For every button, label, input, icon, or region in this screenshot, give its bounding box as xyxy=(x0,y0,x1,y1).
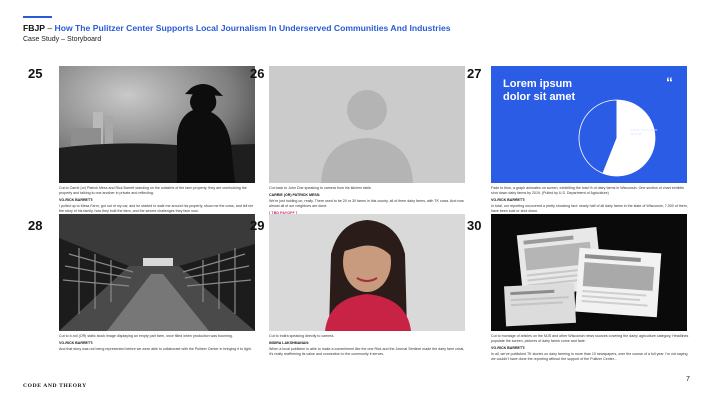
slide-stat-caption: Lorem ipsum dolor sit amet xyxy=(631,128,658,136)
speaker-26: CARRIE (OR) PATRICK MESS: xyxy=(269,192,321,197)
caption-28: Cut to b-roll (OR) static stock image di… xyxy=(59,334,259,354)
pie-chart xyxy=(578,99,656,177)
caption-30: Cut to montage of articles on the MJS an… xyxy=(491,334,691,364)
frame-farmer-photo xyxy=(59,66,255,183)
panel-number-28: 28 xyxy=(28,218,43,233)
article-collage-image xyxy=(491,214,687,331)
quote-28: And that story was not being represented… xyxy=(59,347,252,351)
slide-stat: X% xyxy=(629,114,645,125)
quote-30: In all, we've published TK stories on da… xyxy=(491,352,688,361)
farmer-silhouette-image xyxy=(59,66,255,183)
title-separator: – xyxy=(44,23,55,33)
direction-29: Cut to Indira speaking directly to camer… xyxy=(269,334,335,338)
quote-27: In total, our reporting uncovered a pret… xyxy=(491,204,688,213)
caption-26: Cut back to John Doe speaking to camera … xyxy=(269,186,469,217)
code-and-theory-logo: CODE AND THEORY xyxy=(23,383,87,389)
title-accent-bar xyxy=(23,16,52,18)
speaker-30: VO-RICK BARRETT: xyxy=(491,345,526,350)
frame-article-collage xyxy=(491,214,687,331)
frame-pie-chart-slide: Lorem ipsum dolor sit amet “ X% Lorem ip… xyxy=(491,66,687,183)
headline: How The Pulitzer Center Supports Local J… xyxy=(54,23,451,33)
frame-portrait-photo xyxy=(269,214,465,331)
panel-number-26: 26 xyxy=(250,66,265,81)
page-number: 7 xyxy=(686,376,690,383)
speaker-27: VO-RICK BARRETT: xyxy=(491,197,526,202)
panel-number-27: 27 xyxy=(467,66,482,81)
brand-label: FBJP xyxy=(23,23,45,33)
quote-26: We're just holding on, really. There use… xyxy=(269,199,464,208)
direction-27: Fade to blue, a graph animates on screen… xyxy=(491,186,684,195)
caption-29: Cut to Indira speaking directly to camer… xyxy=(269,334,469,359)
direction-26: Cut back to John Doe speaking to camera … xyxy=(269,186,372,190)
quote-25: I pulled up to Mesa Farm, got out of my … xyxy=(59,204,254,213)
empty-barn-image xyxy=(59,214,255,331)
frame-barn-photo xyxy=(59,214,255,331)
pie-slice-0 xyxy=(602,99,656,177)
direction-30: Cut to montage of articles on the MJS an… xyxy=(491,334,689,343)
frame-placeholder xyxy=(269,66,465,183)
woman-portrait-image xyxy=(269,214,465,331)
speaker-29: INDIRA LAKSHMANAN: xyxy=(269,340,310,345)
panel-number-25: 25 xyxy=(28,66,43,81)
caption-25: Cut to Carrie (or) Patrick Mess and Rick… xyxy=(59,186,259,216)
speaker-28: VO-RICK BARRETT: xyxy=(59,340,94,345)
direction-25: Cut to Carrie (or) Patrick Mess and Rick… xyxy=(59,186,247,195)
quote-29: When a local publisher is able to make a… xyxy=(269,347,465,356)
person-placeholder-icon xyxy=(269,66,465,183)
speaker-25: VO-RICK BARRETT: xyxy=(59,197,94,202)
caption-27: Fade to blue, a graph animates on screen… xyxy=(491,186,691,216)
panel-number-30: 30 xyxy=(467,218,482,233)
page-title: FBJP – How The Pulitzer Center Supports … xyxy=(23,23,451,33)
direction-28: Cut to b-roll (OR) static stock image di… xyxy=(59,334,233,338)
panel-number-29: 29 xyxy=(250,218,265,233)
page-subtitle: Case Study – Storyboard xyxy=(23,36,102,43)
